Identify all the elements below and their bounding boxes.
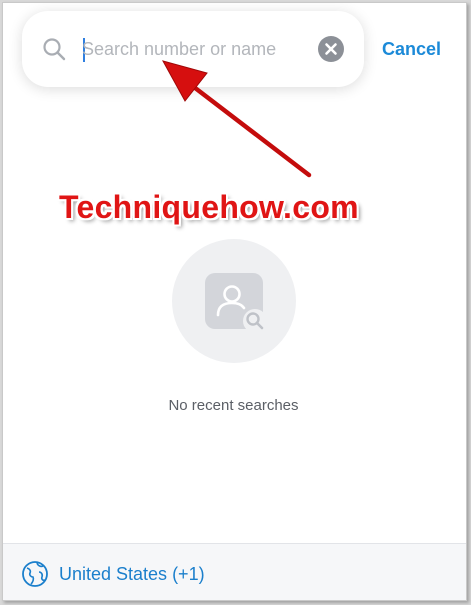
search-icon	[41, 36, 67, 62]
country-selector-bar: United States (+1)	[3, 543, 466, 600]
search-input[interactable]	[82, 33, 312, 65]
globe-icon	[21, 560, 49, 588]
cancel-button[interactable]: Cancel	[382, 39, 441, 60]
clear-icon	[325, 43, 337, 55]
country-label: United States (+1)	[59, 564, 205, 584]
contact-search-icon	[205, 273, 267, 333]
search-bar[interactable]	[22, 11, 364, 87]
screenshot-frame: Cancel Techniquehow.com No recent search…	[2, 2, 467, 601]
empty-state-illustration	[172, 239, 296, 363]
watermark-text: Techniquehow.com	[59, 189, 359, 225]
clear-search-button[interactable]	[318, 36, 344, 62]
empty-state-message: No recent searches	[168, 397, 299, 414]
